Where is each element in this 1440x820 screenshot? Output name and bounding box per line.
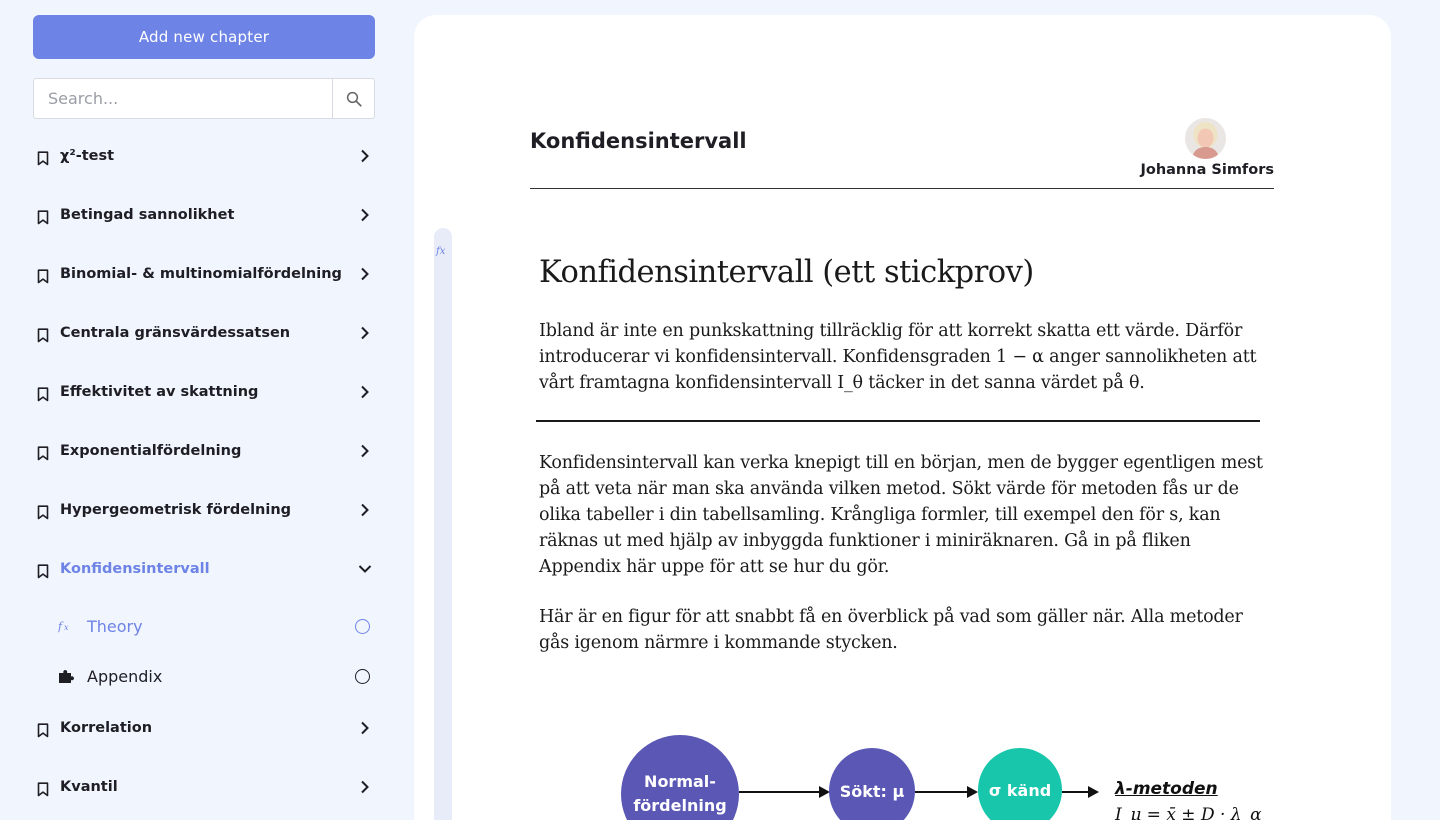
node-normalfordelning: Normal- fördelning — [621, 735, 739, 820]
chevron-right-icon — [355, 721, 375, 735]
progress-circle-icon — [355, 618, 370, 634]
chevron-right-icon — [355, 444, 375, 458]
content-card: Konfidensintervall Johanna Simfors fx Ko… — [414, 15, 1391, 820]
chapter-betingad-sannolikhet[interactable]: Betingad sannolikhet — [33, 200, 375, 230]
svg-text:x: x — [64, 623, 69, 632]
chapter-hypergeometrisk[interactable]: Hypergeometrisk fördelning — [33, 495, 375, 525]
arrow-icon — [915, 786, 978, 798]
subitem-label: Appendix — [87, 666, 163, 686]
avatar — [1185, 118, 1226, 159]
side-rail — [434, 228, 452, 820]
chevron-right-icon — [355, 780, 375, 794]
author-name: Johanna Simfors — [1140, 162, 1274, 178]
chevron-down-icon — [355, 564, 375, 574]
chapter-binomial[interactable]: Binomial- & multinomialfördelning — [33, 259, 375, 289]
chapter-label: Korrelation — [60, 720, 153, 736]
add-new-chapter-button[interactable]: Add new chapter — [33, 15, 375, 59]
bookmark-icon — [37, 722, 57, 738]
bookmark-icon — [37, 504, 57, 520]
bookmark-icon — [37, 563, 57, 579]
arrow-icon — [739, 786, 830, 798]
search-icon — [346, 91, 362, 107]
chapter-effektivitet[interactable]: Effektivitet av skattning — [33, 377, 375, 407]
bookmark-icon — [37, 445, 57, 461]
chapter-chi2-test[interactable]: χ²-test — [33, 141, 375, 171]
chevron-right-icon — [355, 326, 375, 340]
search-button[interactable] — [332, 79, 374, 118]
chapter-centrala-gransvardessatsen[interactable]: Centrala gränsvärdessatsen — [33, 318, 375, 348]
chapter-label: Kvantil — [60, 779, 118, 795]
chapter-label: Binomial- & multinomialfördelning — [60, 266, 342, 282]
search-input[interactable] — [34, 79, 332, 118]
bookmark-icon — [37, 386, 57, 402]
progress-circle-icon — [355, 668, 370, 684]
chapter-label: χ²-test — [60, 148, 115, 164]
chapter-konfidensintervall[interactable]: Konfidensintervall — [33, 554, 375, 584]
doc-divider — [536, 420, 1260, 422]
doc-paragraph-3: Här är en figur för att snabbt få en öve… — [539, 607, 1243, 653]
arrow-icon — [1062, 786, 1099, 798]
node-sokt-mu: Sökt: μ — [829, 748, 915, 820]
chapter-label: Konfidensintervall — [60, 561, 210, 577]
chevron-right-icon — [355, 267, 375, 281]
chapter-kvantil[interactable]: Kvantil — [33, 772, 375, 802]
chapter-label: Exponentialfördelning — [60, 443, 242, 459]
theory-document: Konfidensintervall (ett stickprov) Iblan… — [536, 255, 1269, 656]
chapter-label: Effektivitet av skattning — [60, 384, 259, 400]
chapter-exponentialfordelning[interactable]: Exponentialfördelning — [33, 436, 375, 466]
bookmark-icon — [37, 327, 57, 343]
chapter-label: Betingad sannolikhet — [60, 207, 235, 223]
sidebar: Add new chapter χ²-test Betingad sannoli… — [0, 0, 400, 820]
doc-paragraph-1: Ibland är inte en punkskattning tillräck… — [539, 321, 1257, 393]
node-sigma-kand: σ känd — [978, 748, 1062, 820]
chapter-label: Centrala gränsvärdessatsen — [60, 325, 291, 341]
puzzle-icon — [58, 668, 78, 684]
page-title: Konfidensintervall — [530, 129, 747, 153]
chevron-right-icon — [355, 208, 375, 222]
chevron-right-icon — [355, 149, 375, 163]
subitem-label: Theory — [87, 616, 143, 636]
fx-icon: fx — [58, 619, 78, 633]
doc-paragraph-2: Konfidensintervall kan verka knepigt til… — [539, 453, 1263, 577]
chevron-right-icon — [355, 385, 375, 399]
bookmark-icon — [37, 781, 57, 797]
fx-icon: fx — [436, 246, 446, 257]
search-box — [33, 78, 375, 119]
bookmark-icon — [37, 150, 57, 166]
bookmark-icon — [37, 209, 57, 225]
subitem-appendix[interactable]: Appendix — [58, 661, 375, 691]
doc-heading: Konfidensintervall (ett stickprov) — [539, 255, 1034, 290]
chapter-label: Hypergeometrisk fördelning — [60, 502, 292, 518]
title-divider — [530, 188, 1274, 189]
subitem-theory[interactable]: fx Theory — [58, 611, 375, 641]
chapter-korrelation[interactable]: Korrelation — [33, 713, 375, 743]
method-formula: I_μ = x̄ ± D · λ_α — [1115, 805, 1262, 820]
bookmark-icon — [37, 268, 57, 284]
method-flow-diagram: Normal- fördelning Sökt: μ σ känd λ-meto… — [614, 733, 1274, 820]
chevron-right-icon — [355, 503, 375, 517]
method-label: λ-metoden — [1115, 779, 1218, 799]
